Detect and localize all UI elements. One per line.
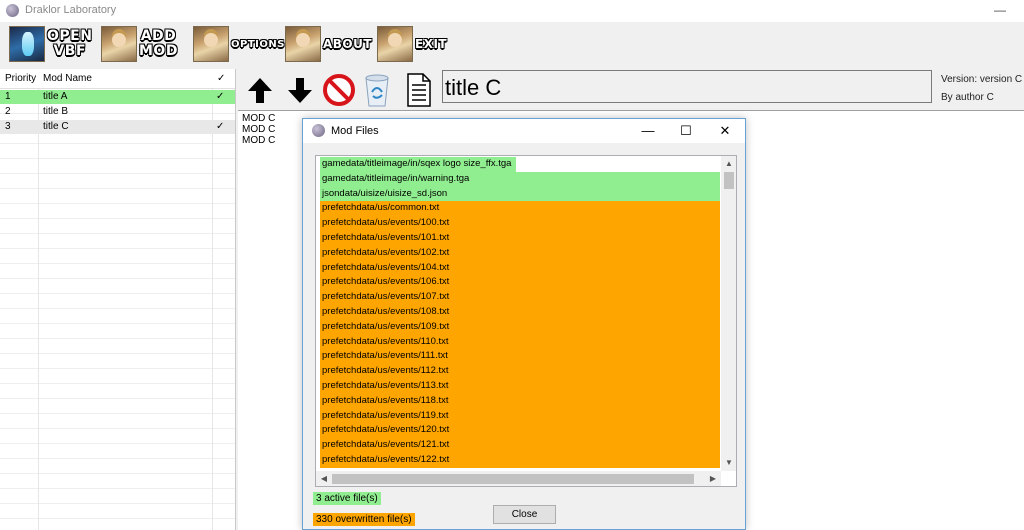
scroll-down-icon[interactable]: ▼ [721,455,736,471]
arrow-up-icon[interactable] [246,76,274,104]
mod-author: By author C [941,92,994,103]
dialog-maximize-button[interactable]: ☐ [667,119,705,143]
file-list-item[interactable]: prefetchdata/us/events/112.txt [320,364,720,379]
file-list-item[interactable]: prefetchdata/us/events/107.txt [320,290,720,305]
file-list-item[interactable]: prefetchdata/us/events/111.txt [320,349,720,365]
app-icon [6,4,19,17]
close-button[interactable]: Close [493,505,556,524]
mod-row[interactable]: 2 title B [0,105,235,119]
crystal-icon [9,26,45,62]
options-label: OPTIONS [231,38,285,50]
mod-priority: 1 [5,91,11,102]
mod-priority: 2 [5,106,11,117]
mod-name-display: title C [442,70,932,103]
open-label-line1: OPEN [47,28,93,44]
toolbar: OPEN VBF ADD MOD OPTIONS ABOUT EXIT [0,22,1024,66]
arrow-down-icon[interactable] [286,76,314,104]
mod-row[interactable]: 3 title C ✓ [0,120,235,134]
mod-row[interactable]: 1 title A ✓ [0,90,235,104]
dialog-close-x-button[interactable]: ✕ [706,119,744,143]
scroll-thumb[interactable] [332,474,694,484]
dialog-title: Mod Files [331,125,379,137]
exit-button[interactable]: EXIT [377,25,447,63]
mod-enabled-check[interactable]: ✓ [216,121,224,132]
file-list-item[interactable]: prefetchdata/us/events/108.txt [320,305,720,320]
enabled-column-header[interactable]: ✓ [217,73,225,84]
file-list-item[interactable]: prefetchdata/us/events/104.txt [320,260,720,276]
scroll-right-icon[interactable]: ▶ [705,471,721,486]
open-vbf-button[interactable]: OPEN VBF [9,25,92,63]
character-portrait-icon [377,26,413,62]
overwritten-files-count: 330 overwritten file(s) [313,513,415,526]
no-entry-icon[interactable] [322,73,356,107]
mod-priority: 3 [5,121,11,132]
file-list-item[interactable]: prefetchdata/us/events/109.txt [320,319,720,335]
app-icon [312,124,325,137]
scroll-left-icon[interactable]: ◀ [316,471,332,486]
file-list-item[interactable]: prefetchdata/us/common.txt [320,201,720,217]
character-portrait-icon [285,26,321,62]
file-list-item[interactable]: prefetchdata/us/events/119.txt [320,408,720,424]
file-list-item[interactable]: gamedata/titleimage/in/sqex logo size_ff… [320,157,516,172]
description-line: MOD C [242,135,276,146]
description-line: MOD C [242,113,276,124]
file-list-item[interactable]: prefetchdata/us/events/106.txt [320,275,720,291]
mod-name: title A [43,91,68,102]
mod-name-column-header[interactable]: Mod Name [43,73,92,84]
mod-files-dialog: Mod Files — ☐ ✕ ▲ ▼ ◀ ▶ gamedata/titleim… [302,118,746,530]
file-list-item[interactable]: gamedata/titleimage/in/warning.tga [320,171,720,187]
mod-list-header: Priority Mod Name ✓ [0,69,235,89]
add-label-line2: MOD [139,43,178,59]
priority-column-header[interactable]: Priority [5,73,36,84]
mod-name: title C [43,121,69,132]
file-list-item[interactable]: prefetchdata/us/events/110.txt [320,334,720,350]
scroll-up-icon[interactable]: ▲ [721,156,736,172]
file-list-item[interactable]: prefetchdata/us/events/101.txt [320,231,720,246]
dialog-titlebar: Mod Files — ☐ ✕ [303,119,745,143]
file-list-item[interactable]: prefetchdata/us/events/121.txt [320,438,720,453]
file-list-item[interactable]: prefetchdata/us/events/100.txt [320,216,720,231]
file-list-item[interactable]: prefetchdata/us/events/113.txt [320,379,720,394]
mod-enabled-check[interactable]: ✓ [216,91,224,102]
character-portrait-icon [101,26,137,62]
exit-label: EXIT [415,36,448,51]
recycle-bin-icon[interactable] [362,72,392,108]
description-line: MOD C [242,124,276,135]
file-list-item[interactable]: prefetchdata/us/events/118.txt [320,393,720,409]
character-portrait-icon [193,26,229,62]
mod-name: title B [43,106,69,117]
window-title: Draklor Laboratory [25,4,117,16]
active-files-count: 3 active file(s) [313,492,381,505]
window-titlebar: Draklor Laboratory — [0,0,1024,22]
add-label-line1: ADD [140,28,177,44]
vertical-scrollbar[interactable]: ▲ ▼ [721,156,736,471]
file-list[interactable]: ▲ ▼ ◀ ▶ gamedata/titleimage/in/sqex logo… [315,155,737,487]
open-label-line2: VBF [53,43,87,59]
add-mod-button[interactable]: ADD MOD [101,25,178,63]
file-list-item[interactable]: prefetchdata/us/events/122.txt [320,453,720,468]
grid-lines [0,69,235,530]
file-list-item[interactable]: jsondata/uisize/uisize_sd.json [320,186,720,202]
file-list-item[interactable]: prefetchdata/us/events/120.txt [320,423,720,439]
document-icon[interactable] [404,71,434,109]
horizontal-scrollbar[interactable]: ◀ ▶ [316,471,721,486]
about-label: ABOUT [323,36,373,51]
file-list-item[interactable]: prefetchdata/us/events/102.txt [320,245,720,261]
minimize-button[interactable]: — [990,0,1010,22]
about-button[interactable]: ABOUT [285,25,372,63]
dialog-minimize-button[interactable]: — [629,119,667,143]
scroll-thumb[interactable] [724,172,734,189]
mod-list[interactable]: Priority Mod Name ✓ 1 title A ✓ 2 title … [0,69,236,530]
options-button[interactable]: OPTIONS [193,25,285,63]
mod-version: Version: version C [941,74,1023,85]
